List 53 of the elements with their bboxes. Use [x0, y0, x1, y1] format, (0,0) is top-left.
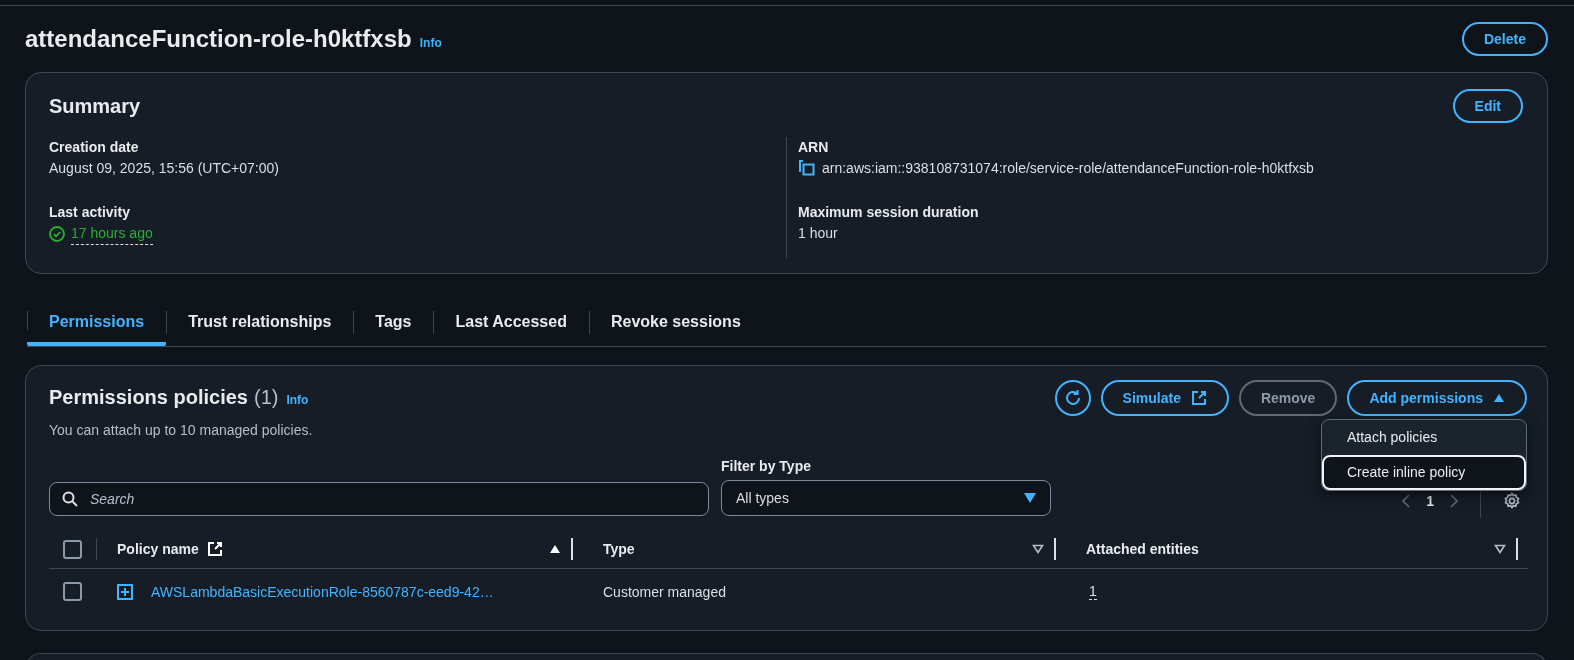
tab[interactable]: Last Accessed [433, 299, 589, 346]
sort-ascending-icon[interactable] [549, 544, 561, 554]
entity-count-link[interactable]: 1 [1089, 583, 1097, 600]
toolbar-button[interactable]: Add permissions [1347, 380, 1527, 416]
caret-icon [1493, 393, 1505, 403]
info-link[interactable]: Info [419, 36, 442, 50]
copy-icon[interactable] [798, 159, 816, 177]
menu-item[interactable]: Create inline policy [1322, 455, 1526, 490]
page-title: attendanceFunction-role-h0ktfxsb [25, 25, 412, 53]
panel-description: You can attach up to 10 managed policies. [49, 422, 313, 438]
chevron-left-icon[interactable] [1402, 494, 1411, 508]
check-circle-icon [49, 225, 65, 242]
last-activity-link[interactable]: 17 hours ago [71, 222, 153, 245]
info-link[interactable]: Info [286, 383, 309, 417]
field-value: arn:aws:iam::938108731074:role/service-role/attendanceFunction-role-h0ktfxsb [822, 159, 1314, 178]
policy-count: (1) [254, 385, 279, 410]
menu-item[interactable]: Attach policies [1322, 420, 1526, 455]
field-value: August 09, 2025, 15:56 (UTC+07:00) [49, 159, 279, 178]
sort-icon[interactable] [1494, 544, 1506, 554]
policy-link[interactable]: AWSLambdaBasicExecutionRole-8560787c-eed9-42… [151, 583, 494, 600]
type-filter-dropdown[interactable]: All types [721, 480, 1051, 516]
row-checkbox[interactable] [63, 582, 82, 601]
column-header[interactable]: Attached entities [1086, 541, 1199, 557]
delete-button[interactable]: Delete [1461, 22, 1548, 56]
search-field[interactable]: Search [49, 482, 709, 516]
field-label: Creation date [49, 138, 140, 157]
refresh-button[interactable] [1054, 380, 1091, 416]
external-link-icon [1190, 390, 1207, 406]
field-label: ARN [798, 138, 830, 157]
caret-icon [1024, 493, 1036, 503]
chevron-right-icon[interactable] [1450, 494, 1458, 508]
toolbar-button[interactable]: Simulate [1100, 380, 1229, 416]
table-cell: Customer managed [603, 583, 726, 600]
tab[interactable]: Revoke sessions [588, 299, 763, 346]
tab[interactable]: Permissions [27, 299, 167, 346]
search-icon [62, 491, 78, 507]
panel-title: Permissions policies [49, 385, 248, 410]
tab[interactable]: Trust relationships [166, 299, 354, 346]
filter-label: Filter by Type [721, 458, 812, 474]
column-header[interactable]: Policy name [117, 541, 199, 557]
expand-icon[interactable] [117, 583, 133, 600]
external-link-icon [206, 541, 223, 557]
field-label: Maximum session duration [798, 203, 980, 222]
summary-title: Summary [49, 94, 141, 118]
edit-button[interactable]: Edit [1452, 89, 1523, 123]
field-value: 1 hour [798, 224, 838, 243]
column-header[interactable]: Type [603, 541, 635, 557]
tab[interactable]: Tags [353, 299, 434, 346]
sort-icon[interactable] [1032, 544, 1044, 554]
settings-icon[interactable] [1503, 492, 1521, 510]
row-checkbox[interactable] [63, 539, 82, 559]
field-label: Last activity [49, 203, 131, 222]
page-number[interactable]: 1 [1426, 493, 1434, 509]
